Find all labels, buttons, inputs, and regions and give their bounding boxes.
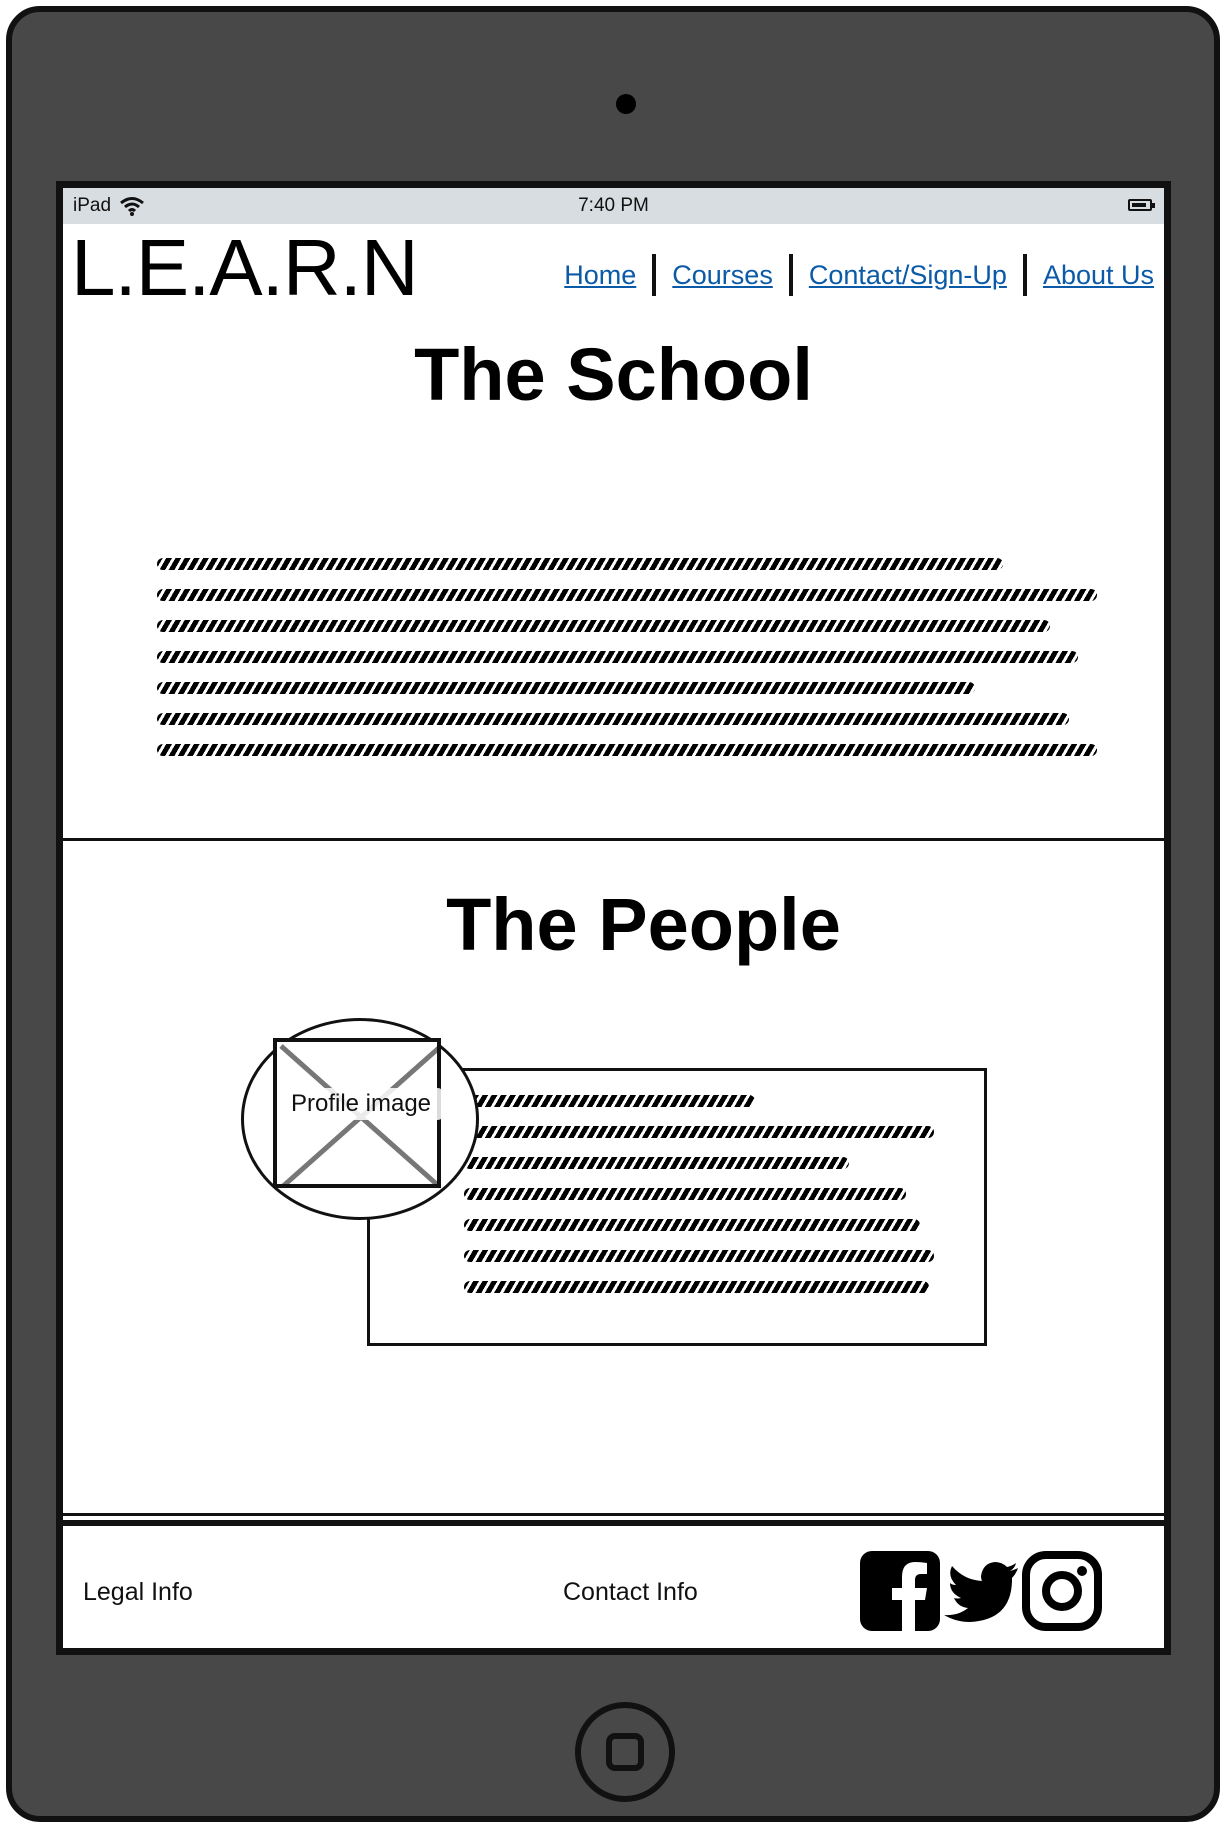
contact-info-link[interactable]: Contact Info	[563, 1578, 698, 1607]
nav-about-us[interactable]: About Us	[1027, 260, 1154, 291]
nav-home[interactable]: Home	[548, 260, 652, 291]
main-nav: Home Courses Contact/Sign-Up About Us	[548, 254, 1154, 296]
battery-icon	[1128, 199, 1155, 211]
school-title: The School	[414, 333, 813, 416]
camera-dot	[616, 94, 636, 114]
instagram-icon[interactable]	[1021, 1550, 1103, 1632]
status-time: 7:40 PM	[578, 195, 649, 216]
home-button[interactable]	[575, 1702, 675, 1802]
nav-courses[interactable]: Courses	[656, 260, 789, 291]
nav-contact-signup[interactable]: Contact/Sign-Up	[793, 260, 1023, 291]
profile-image-label: Profile image	[279, 1088, 443, 1120]
school-text-placeholder	[157, 558, 1097, 775]
legal-info-link[interactable]: Legal Info	[83, 1578, 193, 1607]
status-bar: iPad 7:40 PM	[63, 188, 1164, 224]
bio-text-placeholder	[464, 1095, 934, 1312]
people-title: The People	[446, 883, 841, 966]
screen: iPad 7:40 PM L.E.A.R.N Home Courses Cont…	[56, 181, 1171, 1655]
twitter-icon[interactable]	[940, 1550, 1022, 1632]
section-divider	[63, 838, 1164, 841]
footer-divider	[63, 1513, 1164, 1516]
facebook-icon[interactable]	[859, 1550, 941, 1632]
site-logo[interactable]: L.E.A.R.N	[71, 228, 419, 308]
footer: Legal Info Contact Info	[63, 1520, 1164, 1648]
